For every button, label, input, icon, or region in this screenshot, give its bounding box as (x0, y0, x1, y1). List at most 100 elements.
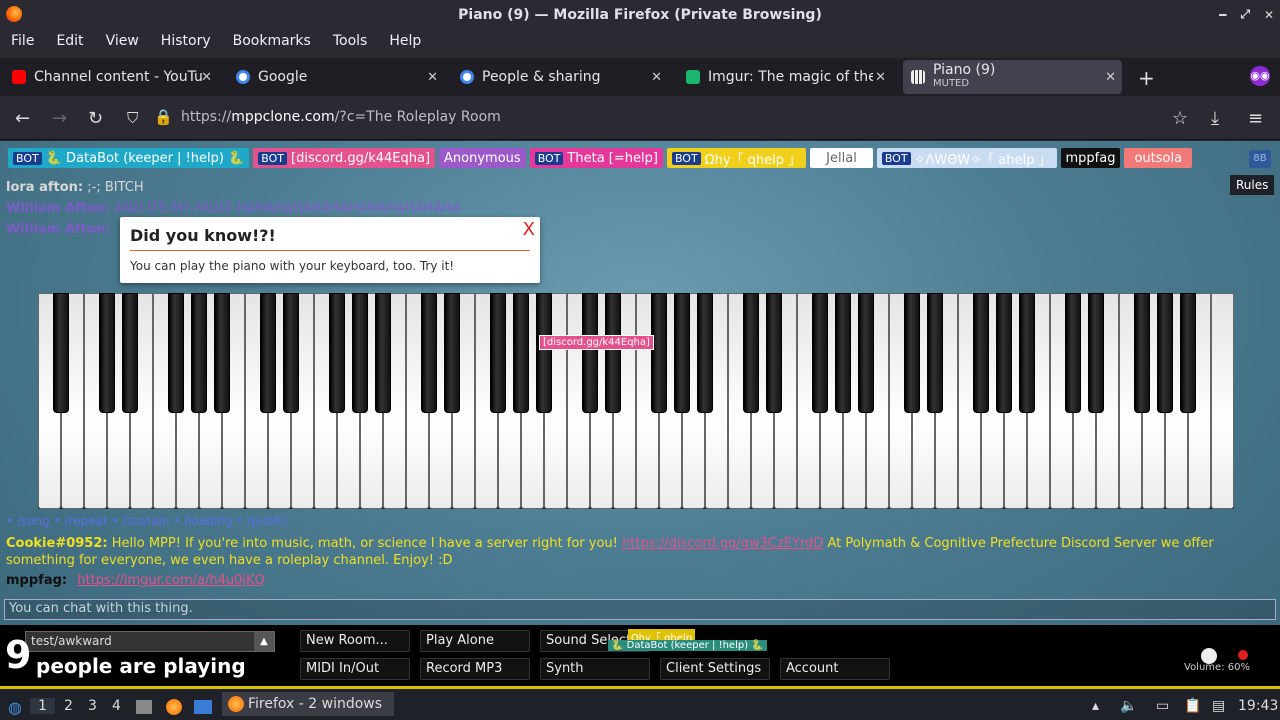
user-mppfag[interactable]: mppfag (1060, 148, 1121, 168)
tab-close-icon[interactable]: ✕ (201, 70, 212, 85)
tab-piano[interactable]: Piano (9) MUTED ✕ (903, 60, 1122, 94)
tab-close-icon[interactable]: ✕ (651, 70, 662, 85)
workspace-4[interactable]: 4 (112, 698, 121, 714)
notification-icon[interactable]: ▤ (1212, 698, 1225, 714)
bookmark-star-icon[interactable]: ☆ (1172, 108, 1188, 129)
user-anonymous[interactable]: Anonymous (439, 148, 526, 168)
file-manager-icon[interactable] (136, 700, 152, 714)
black-key[interactable] (443, 293, 461, 413)
new-room-button[interactable]: New Room... (300, 630, 410, 652)
black-key[interactable] (765, 293, 783, 413)
tab-imgur[interactable]: Imgur: The magic of the I ✕ (682, 60, 892, 94)
chat-input[interactable]: You can chat with this thing. (4, 599, 1276, 620)
chat-link[interactable]: https://discord.gg/gw3CzEYrdD (622, 536, 823, 551)
black-key[interactable] (328, 293, 346, 413)
black-key[interactable] (420, 293, 438, 413)
black-key[interactable] (972, 293, 990, 413)
tray-up-icon[interactable]: ▴ (1092, 698, 1099, 714)
system-menu-icon[interactable]: ◍ (8, 698, 22, 717)
black-key[interactable] (1087, 293, 1105, 413)
speaker-icon[interactable]: 🔈 (1120, 698, 1137, 714)
black-key[interactable] (52, 293, 70, 413)
workspace-3[interactable]: 3 (88, 698, 97, 714)
client-settings-button[interactable]: Client Settings (660, 658, 770, 680)
black-key[interactable] (1156, 293, 1174, 413)
tab-youtube[interactable]: Channel content - YouTub ✕ (8, 60, 218, 94)
taskbar-firefox-task[interactable]: Firefox - 2 windows (222, 692, 394, 716)
corner-badge[interactable]: 8B (1249, 150, 1271, 168)
black-key[interactable] (650, 293, 668, 413)
account-button[interactable]: Account (780, 658, 890, 680)
record-mp3-button[interactable]: Record MP3 (420, 658, 530, 680)
synth-button[interactable]: Synth (540, 658, 650, 680)
black-key[interactable] (98, 293, 116, 413)
menu-history[interactable]: History (161, 33, 211, 49)
black-key[interactable] (167, 293, 185, 413)
user-theta[interactable]: BOT Theta [=help] (529, 148, 663, 168)
download-icon[interactable]: ⤓ (1211, 108, 1219, 129)
menu-tools[interactable]: Tools (333, 33, 368, 49)
user-discord[interactable]: BOT [discord.gg/k44Eqha] (253, 148, 436, 168)
tab-close-icon[interactable]: ✕ (427, 70, 438, 85)
black-key[interactable] (259, 293, 277, 413)
tab-close-icon[interactable]: ✕ (1105, 70, 1116, 85)
close-icon[interactable]: ✕ (1264, 8, 1274, 22)
user-databot[interactable]: BOT 🐍 DataBot (keeper | !help) 🐍 (8, 148, 250, 168)
forward-icon[interactable]: → (52, 108, 67, 129)
clipboard-icon[interactable]: 📋 (1184, 698, 1201, 714)
minimize-icon[interactable]: ━ (1219, 8, 1226, 22)
chevron-up-icon[interactable]: ▲ (254, 632, 274, 651)
display-icon[interactable]: ▭ (1156, 698, 1169, 714)
user-jellal[interactable]: Jellal (810, 148, 873, 168)
black-key[interactable] (834, 293, 852, 413)
black-key[interactable] (1133, 293, 1151, 413)
chat-link[interactable]: https://imgur.com/a/h4u0jKQ (77, 573, 265, 588)
play-alone-button[interactable]: Play Alone (420, 630, 530, 652)
firefox-icon[interactable] (166, 699, 182, 715)
black-key[interactable] (351, 293, 369, 413)
menu-file[interactable]: File (11, 33, 34, 49)
midi-in-out-button[interactable]: MIDI In/Out (300, 658, 410, 680)
black-key[interactable] (995, 293, 1013, 413)
black-key[interactable] (1179, 293, 1197, 413)
lock-icon[interactable]: 🔒 (154, 108, 173, 126)
black-key[interactable] (673, 293, 691, 413)
piano-keyboard[interactable] (38, 293, 1234, 509)
black-key[interactable] (926, 293, 944, 413)
shield-icon[interactable]: ⛉ (127, 109, 138, 127)
black-key[interactable] (512, 293, 530, 413)
menu-edit[interactable]: Edit (56, 33, 83, 49)
tab-google[interactable]: Google ✕ (232, 60, 444, 94)
black-key[interactable] (535, 293, 553, 413)
back-icon[interactable]: ← (15, 108, 30, 129)
black-key[interactable] (581, 293, 599, 413)
hamburger-menu-icon[interactable]: ≡ (1248, 108, 1263, 129)
black-key[interactable] (604, 293, 622, 413)
black-key[interactable] (282, 293, 300, 413)
black-key[interactable] (696, 293, 714, 413)
popup-close-button[interactable]: X (523, 219, 535, 240)
reload-icon[interactable]: ↻ (88, 108, 103, 129)
white-key[interactable] (1211, 293, 1234, 509)
menu-view[interactable]: View (106, 33, 139, 49)
black-key[interactable] (742, 293, 760, 413)
black-key[interactable] (857, 293, 875, 413)
user-outsola[interactable]: outsola (1124, 148, 1193, 168)
menu-help[interactable]: Help (389, 33, 421, 49)
tab-people-sharing[interactable]: People & sharing ✕ (456, 60, 668, 94)
workspace-2[interactable]: 2 (64, 698, 73, 714)
black-key[interactable] (121, 293, 139, 413)
black-key[interactable] (374, 293, 392, 413)
room-select[interactable]: test/awkward (25, 631, 275, 652)
black-key[interactable] (1064, 293, 1082, 413)
new-tab-icon[interactable]: + (1138, 66, 1155, 90)
tab-close-icon[interactable]: ✕ (875, 70, 886, 85)
menu-bookmarks[interactable]: Bookmarks (233, 33, 311, 49)
user-ohy[interactable]: BOT Ωhy「 ɋhelp 」 (666, 148, 807, 168)
black-key[interactable] (811, 293, 829, 413)
url-field[interactable]: https://mppclone.com/?c=The Roleplay Roo… (181, 109, 501, 125)
rules-button[interactable]: Rules (1230, 175, 1275, 195)
workspace-1[interactable]: 1 (30, 698, 55, 714)
black-key[interactable] (489, 293, 507, 413)
black-key[interactable] (1018, 293, 1036, 413)
